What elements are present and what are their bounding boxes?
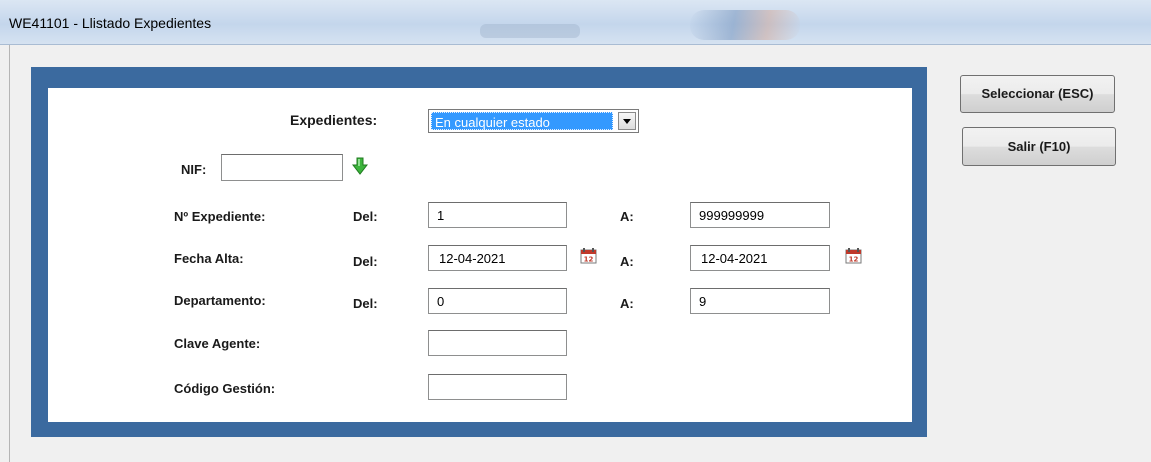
fecha-alta-del-label: Del:: [353, 254, 378, 269]
seleccionar-button[interactable]: Seleccionar (ESC): [960, 75, 1115, 113]
numero-expediente-del-input[interactable]: 1: [428, 202, 567, 228]
expedientes-selected-value: En cualquier estado: [431, 112, 613, 130]
departamento-label: Departamento:: [174, 293, 266, 308]
dropdown-arrow-icon[interactable]: [618, 112, 636, 130]
fecha-alta-del-input[interactable]: 12-04-2021: [428, 245, 567, 271]
clave-agente-input[interactable]: [428, 330, 567, 356]
clave-agente-label: Clave Agente:: [174, 336, 261, 351]
numero-expediente-a-input[interactable]: 999999999: [690, 202, 830, 228]
fecha-alta-a-label: A:: [620, 254, 634, 269]
expedientes-select[interactable]: En cualquier estado: [428, 109, 639, 133]
svg-text:12: 12: [849, 256, 859, 264]
fecha-alta-a-input[interactable]: 12-04-2021: [690, 245, 830, 271]
nif-label: NIF:: [181, 162, 207, 177]
fecha-alta-label: Fecha Alta:: [174, 251, 244, 266]
departamento-del-label: Del:: [353, 296, 378, 311]
codigo-gestion-input[interactable]: [428, 374, 567, 400]
departamento-del-input[interactable]: 0: [428, 288, 567, 314]
codigo-gestion-label: Código Gestión:: [174, 381, 276, 396]
title-decoration-logo: [690, 10, 800, 40]
numero-expediente-label: Nº Expediente:: [174, 209, 266, 224]
departamento-a-label: A:: [620, 296, 634, 311]
nif-input[interactable]: [221, 154, 343, 181]
numero-expediente-del-label: Del:: [353, 209, 378, 224]
calendar-icon[interactable]: 12: [580, 247, 597, 264]
salir-button[interactable]: Salir (F10): [962, 127, 1116, 166]
window-title: WE41101 - Llistado Expedientes: [9, 15, 212, 31]
green-down-arrow-icon[interactable]: [352, 157, 368, 175]
expedientes-label: Expedientes:: [290, 112, 378, 128]
calendar-icon[interactable]: 12: [845, 247, 862, 264]
departamento-a-input[interactable]: 9: [690, 288, 830, 314]
svg-text:12: 12: [584, 256, 594, 264]
title-decoration: [480, 24, 580, 38]
numero-expediente-a-label: A:: [620, 209, 634, 224]
title-bar: WE41101 - Llistado Expedientes: [0, 0, 1151, 45]
